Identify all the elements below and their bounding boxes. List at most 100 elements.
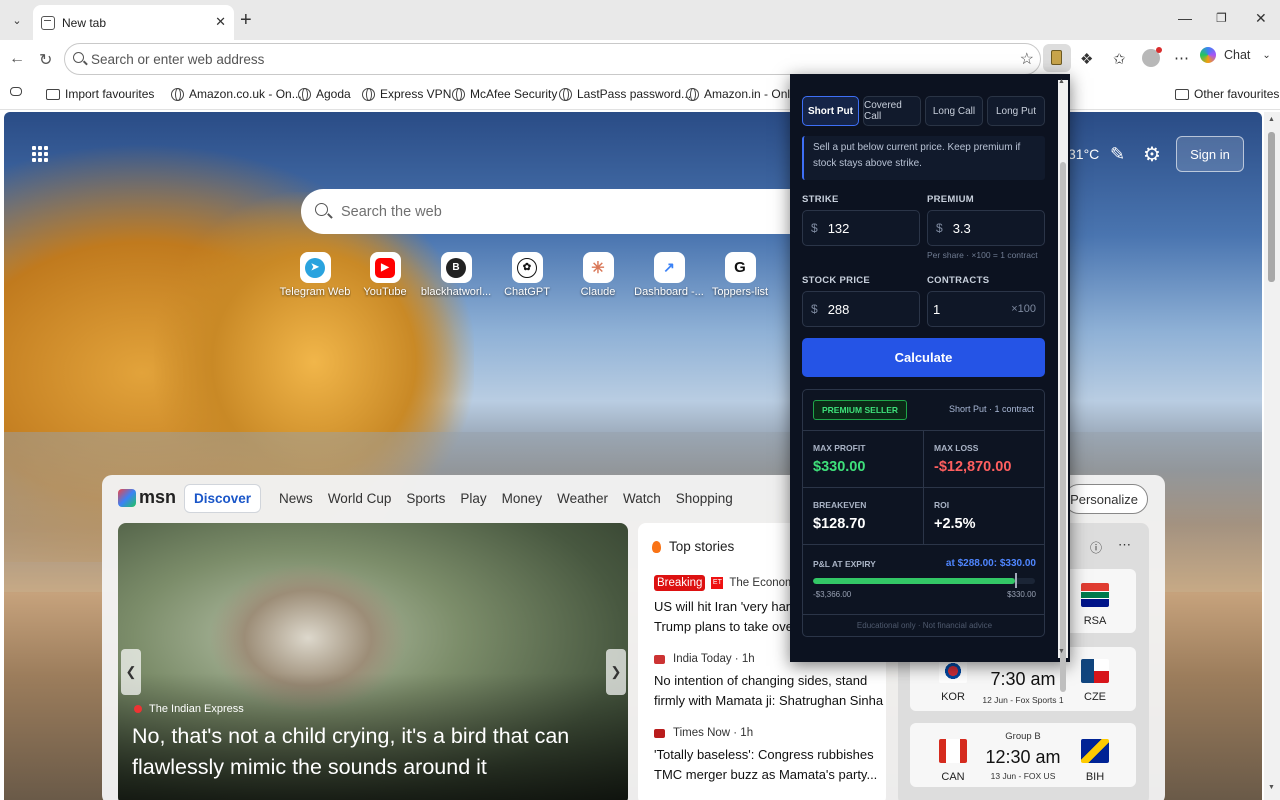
tab-new-tab[interactable]: New tab ✕	[33, 5, 234, 40]
address-bar[interactable]: Search or enter web address ☆	[64, 43, 1041, 75]
pnl-bar	[813, 578, 1035, 584]
nav-sports[interactable]: Sports	[406, 491, 445, 506]
story-source: Times Now · 1h	[673, 727, 754, 739]
match-card[interactable]: Group B CAN 12:30 am 13 Jun - FOX US BIH	[910, 723, 1136, 787]
maximize-icon[interactable]: ❐	[1216, 11, 1227, 25]
close-tab-icon[interactable]: ✕	[215, 14, 226, 30]
options-calculator-extension-button[interactable]	[1043, 44, 1071, 72]
reading-list-icon[interactable]	[10, 87, 27, 96]
nav-shopping[interactable]: Shopping	[676, 491, 733, 506]
extensions-puzzle-icon[interactable]: ❖	[1080, 50, 1093, 68]
app-launcher-grid-icon[interactable]	[32, 146, 48, 162]
india-today-icon	[654, 654, 665, 664]
story-title-line: TMC merger buzz as Mamata's party...	[654, 767, 878, 782]
contracts-input[interactable]: 1 ×100	[927, 291, 1045, 327]
stock-price-input[interactable]: $288	[802, 291, 920, 327]
bookmark-item[interactable]: Express VPN	[362, 87, 451, 101]
copilot-chat-button[interactable]: Chat ⌄	[1200, 47, 1271, 63]
pnl-marker	[1015, 573, 1017, 588]
tab-bar: ⌄ New tab ✕ + — ❐ ✕	[0, 0, 1280, 40]
quick-link-toppers-list[interactable]: G Toppers-list	[704, 252, 776, 298]
strategy-long-put[interactable]: Long Put	[987, 96, 1045, 126]
new-tab-plus-icon[interactable]: +	[240, 8, 252, 32]
globe-icon	[452, 87, 465, 101]
favourite-star-icon[interactable]: ☆	[1020, 49, 1034, 69]
max-loss-label: MAX LOSS	[934, 443, 979, 453]
page-scrollbar-thumb[interactable]	[1268, 132, 1275, 282]
minimize-icon[interactable]: —	[1178, 10, 1192, 26]
msn-logo[interactable]: msn	[118, 487, 176, 508]
more-menu-icon[interactable]: ⋯	[1174, 49, 1189, 67]
personalize-button[interactable]: Personalize	[1064, 484, 1148, 514]
settings-gear-icon[interactable]: ⚙	[1143, 142, 1161, 167]
bookmark-item[interactable]: Amazon.co.uk - On...	[171, 87, 302, 101]
story-source: India Today · 1h	[673, 653, 755, 665]
quick-link-dashboard[interactable]: ↗ Dashboard -...	[633, 252, 705, 298]
quick-link-label: YouTube	[363, 286, 407, 298]
pnl-at-expiry: P&L AT EXPIRY at $288.00: $330.00 -$3,36…	[803, 544, 1044, 604]
bookmark-item[interactable]: LastPass password...	[559, 87, 691, 101]
quick-link-claude[interactable]: ✳ Claude	[562, 252, 634, 298]
nav-world-cup[interactable]: World Cup	[328, 491, 392, 506]
favourites-icon[interactable]: ✩	[1113, 50, 1126, 68]
bookmark-item[interactable]: McAfee Security	[452, 87, 557, 101]
more-options-icon[interactable]: ⋯	[1118, 537, 1131, 553]
premium-hint: Per share · ×100 = 1 contract	[927, 250, 1038, 260]
premium-label: PREMIUM	[927, 194, 974, 205]
carousel-next-arrow-icon[interactable]: ❯	[606, 649, 626, 695]
sign-in-button[interactable]: Sign in	[1176, 136, 1244, 172]
calculate-button[interactable]: Calculate	[802, 338, 1045, 377]
msn-nav: Discover News World Cup Sports Play Mone…	[184, 484, 748, 513]
strike-input[interactable]: $132	[802, 210, 920, 246]
page-scrollbar[interactable]: ▲ ▼	[1264, 112, 1280, 800]
premium-input[interactable]: $3.3	[927, 210, 1045, 246]
hero-headline[interactable]: No, that's not a child crying, it's a bi…	[132, 721, 602, 783]
close-window-icon[interactable]: ✕	[1255, 10, 1267, 27]
nav-news[interactable]: News	[279, 491, 313, 506]
hero-story-card[interactable]: ❮ ❯ The Indian Express No, that's not a …	[118, 523, 628, 800]
address-bar-placeholder: Search or enter web address	[91, 51, 265, 67]
nav-weather[interactable]: Weather	[557, 491, 608, 506]
away-team: RSA	[1083, 615, 1107, 627]
edit-pencil-icon[interactable]: ✎	[1110, 144, 1125, 165]
bookmark-item[interactable]: Agoda	[298, 87, 351, 101]
stock-price-value: 288	[827, 301, 850, 317]
scroll-up-icon[interactable]: ▲	[1058, 78, 1065, 85]
nav-discover[interactable]: Discover	[184, 484, 262, 513]
telegram-icon: ➤	[305, 257, 325, 278]
carousel-prev-arrow-icon[interactable]: ❮	[121, 649, 141, 695]
popup-scrollbar-thumb[interactable]	[1060, 162, 1066, 692]
refresh-icon[interactable]: ↻	[39, 50, 52, 70]
other-favourites[interactable]: Other favourites	[1175, 87, 1279, 101]
strategy-covered-call[interactable]: Covered Call	[863, 96, 921, 126]
times-now-icon	[654, 728, 665, 738]
story-item[interactable]: Times Now · 1h 'Totally baseless': Congr…	[654, 727, 886, 785]
quick-link-telegram[interactable]: ➤ Telegram Web	[279, 252, 351, 298]
nav-play[interactable]: Play	[460, 491, 486, 506]
quick-link-blackhatworld[interactable]: Bblackhatworl...	[420, 252, 492, 298]
nav-watch[interactable]: Watch	[623, 491, 661, 506]
quick-link-youtube[interactable]: ▶ YouTube	[349, 252, 421, 298]
strategy-description: Sell a put below current price. Keep pre…	[802, 136, 1045, 180]
strategy-short-put[interactable]: Short Put	[802, 96, 859, 126]
web-search-box[interactable]: Search the web	[301, 189, 821, 234]
toppers-list-icon: G	[730, 257, 750, 278]
strike-value: 132	[827, 220, 850, 236]
info-icon[interactable]: ⓘ	[1090, 539, 1102, 556]
scroll-down-icon[interactable]: ▼	[1058, 648, 1065, 655]
scroll-down-icon[interactable]: ▼	[1268, 784, 1275, 791]
profile-avatar[interactable]	[1142, 47, 1162, 67]
other-favourites-label: Other favourites	[1194, 87, 1280, 101]
youtube-icon: ▶	[375, 257, 395, 278]
strategy-long-call[interactable]: Long Call	[925, 96, 983, 126]
story-title-line: No intention of changing sides, stand	[654, 673, 868, 688]
source-logo-icon	[134, 705, 142, 713]
away-team: CZE	[1084, 691, 1106, 703]
back-arrow-icon[interactable]: ←	[9, 50, 25, 68]
tab-actions-chevron-icon[interactable]: ⌄	[6, 8, 28, 32]
quick-link-chatgpt[interactable]: ✿ ChatGPT	[491, 252, 563, 298]
scroll-up-icon[interactable]: ▲	[1268, 116, 1275, 123]
nav-money[interactable]: Money	[502, 491, 543, 506]
import-favourites[interactable]: Import favourites	[46, 87, 154, 101]
weather-temperature[interactable]: 31°C	[1068, 146, 1099, 162]
